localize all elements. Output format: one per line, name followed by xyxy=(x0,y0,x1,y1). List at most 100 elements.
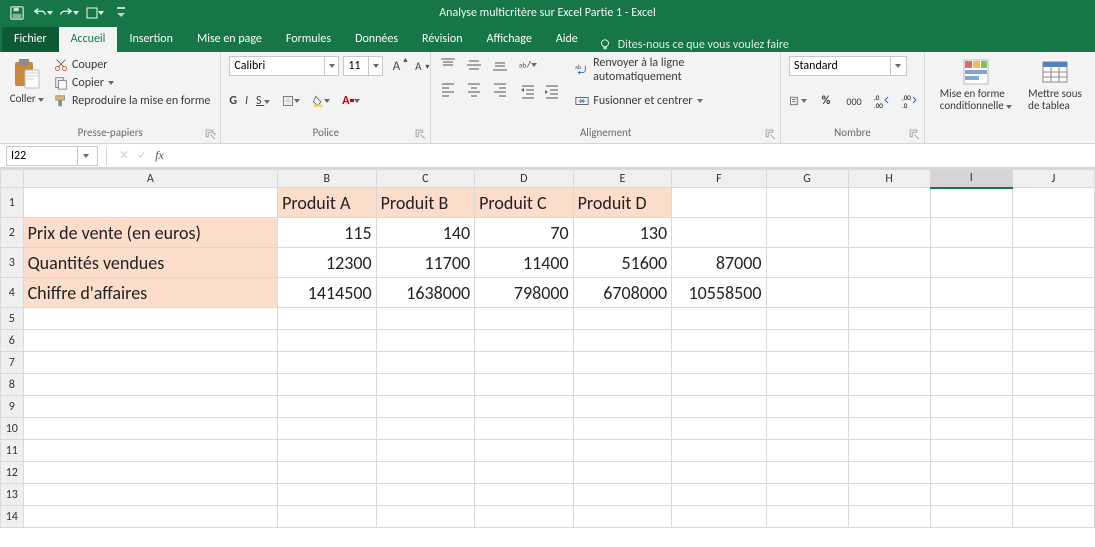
cell[interactable] xyxy=(848,484,930,506)
cell[interactable] xyxy=(23,396,278,418)
cell[interactable] xyxy=(573,462,672,484)
cell[interactable] xyxy=(672,396,766,418)
cell[interactable] xyxy=(672,308,766,330)
cell[interactable] xyxy=(475,462,574,484)
cell[interactable] xyxy=(766,440,848,462)
cell[interactable]: Produit C xyxy=(475,188,574,218)
select-all-corner[interactable] xyxy=(1,170,24,188)
cell[interactable] xyxy=(930,462,1012,484)
paste-button[interactable]: Coller xyxy=(8,56,46,105)
cell[interactable] xyxy=(475,396,574,418)
cell[interactable] xyxy=(930,506,1012,528)
tab-help[interactable]: Aide xyxy=(544,27,590,52)
dialog-launcher-icon[interactable] xyxy=(765,129,776,140)
underline-button[interactable]: S xyxy=(256,94,270,108)
decrease-decimal-button[interactable]: ,00,0 xyxy=(901,92,919,110)
cell[interactable] xyxy=(573,418,672,440)
cell[interactable] xyxy=(848,462,930,484)
cell[interactable] xyxy=(848,188,930,218)
cell[interactable] xyxy=(766,462,848,484)
cell[interactable] xyxy=(1012,218,1094,248)
cell[interactable] xyxy=(573,396,672,418)
tab-view[interactable]: Affichage xyxy=(475,27,544,52)
cell[interactable] xyxy=(672,352,766,374)
cell[interactable] xyxy=(848,330,930,352)
formula-input[interactable] xyxy=(172,144,1095,167)
row-header[interactable]: 10 xyxy=(1,418,24,440)
row-header[interactable]: 8 xyxy=(1,374,24,396)
cell[interactable] xyxy=(930,440,1012,462)
chevron-down-icon[interactable] xyxy=(77,147,93,165)
orientation-button[interactable]: ab xyxy=(519,56,537,74)
cell[interactable]: Quantités vendues xyxy=(23,248,278,278)
cell[interactable] xyxy=(1012,188,1094,218)
number-format-combo[interactable] xyxy=(789,56,907,76)
cell[interactable] xyxy=(848,374,930,396)
cell[interactable] xyxy=(278,396,377,418)
name-box-input[interactable] xyxy=(7,149,77,163)
cell[interactable] xyxy=(1012,278,1094,308)
cell[interactable] xyxy=(672,330,766,352)
accept-formula-icon[interactable]: ✓ xyxy=(137,148,147,163)
cell[interactable] xyxy=(1012,440,1094,462)
cell[interactable] xyxy=(848,396,930,418)
cell[interactable] xyxy=(930,374,1012,396)
name-box[interactable] xyxy=(6,146,98,166)
grow-font-button[interactable]: A▴ xyxy=(387,57,405,75)
cell[interactable] xyxy=(475,484,574,506)
align-left-button[interactable] xyxy=(439,80,457,98)
cell[interactable] xyxy=(573,506,672,528)
cell[interactable] xyxy=(848,352,930,374)
cell[interactable]: 6708000 xyxy=(573,278,672,308)
cell[interactable] xyxy=(930,418,1012,440)
chevron-down-icon[interactable] xyxy=(324,57,338,75)
cell[interactable] xyxy=(766,188,848,218)
cell[interactable] xyxy=(672,418,766,440)
row-header[interactable]: 12 xyxy=(1,462,24,484)
number-format-input[interactable] xyxy=(790,57,890,75)
cell[interactable] xyxy=(475,440,574,462)
col-header[interactable]: J xyxy=(1012,170,1094,188)
cell[interactable] xyxy=(376,440,475,462)
dialog-launcher-icon[interactable] xyxy=(909,129,920,140)
cancel-formula-icon[interactable]: ✕ xyxy=(119,148,129,163)
cell[interactable]: 11400 xyxy=(475,248,574,278)
col-header[interactable]: A xyxy=(23,170,278,188)
cell[interactable] xyxy=(766,308,848,330)
cell[interactable]: 1414500 xyxy=(278,278,377,308)
col-header[interactable]: I xyxy=(930,170,1012,188)
col-header[interactable]: B xyxy=(278,170,377,188)
cell[interactable] xyxy=(278,330,377,352)
cell[interactable] xyxy=(23,352,278,374)
merge-center-button[interactable]: Fusionner et centrer xyxy=(575,94,772,108)
cell[interactable] xyxy=(376,396,475,418)
align-right-button[interactable] xyxy=(491,80,509,98)
cell[interactable] xyxy=(278,374,377,396)
cell[interactable]: 140 xyxy=(376,218,475,248)
cell[interactable] xyxy=(672,374,766,396)
font-family-combo[interactable] xyxy=(229,56,339,76)
chevron-down-icon[interactable] xyxy=(890,57,904,75)
cut-button[interactable]: Couper xyxy=(54,58,210,72)
cell[interactable] xyxy=(672,484,766,506)
cell[interactable] xyxy=(573,308,672,330)
cell[interactable] xyxy=(23,506,278,528)
cell[interactable]: Chiffre d'affaires xyxy=(23,278,278,308)
row-header[interactable]: 4 xyxy=(1,278,24,308)
cell[interactable] xyxy=(573,374,672,396)
cell[interactable] xyxy=(278,352,377,374)
font-color-button[interactable]: A xyxy=(342,92,360,110)
comma-format-button[interactable]: 000 xyxy=(845,92,863,110)
percent-format-button[interactable]: % xyxy=(817,92,835,110)
cell[interactable] xyxy=(376,374,475,396)
conditional-formatting-button[interactable]: Mise en formeconditionnelle xyxy=(933,56,1019,112)
row-header[interactable]: 2 xyxy=(1,218,24,248)
dialog-launcher-icon[interactable] xyxy=(415,129,426,140)
wrap-text-button[interactable]: ab Renvoyer à la ligne automatiquement xyxy=(575,56,772,84)
cell[interactable]: Produit B xyxy=(376,188,475,218)
cell[interactable] xyxy=(376,352,475,374)
cell[interactable] xyxy=(23,188,278,218)
cell[interactable]: 115 xyxy=(278,218,377,248)
cell[interactable] xyxy=(930,396,1012,418)
col-header[interactable]: D xyxy=(475,170,574,188)
